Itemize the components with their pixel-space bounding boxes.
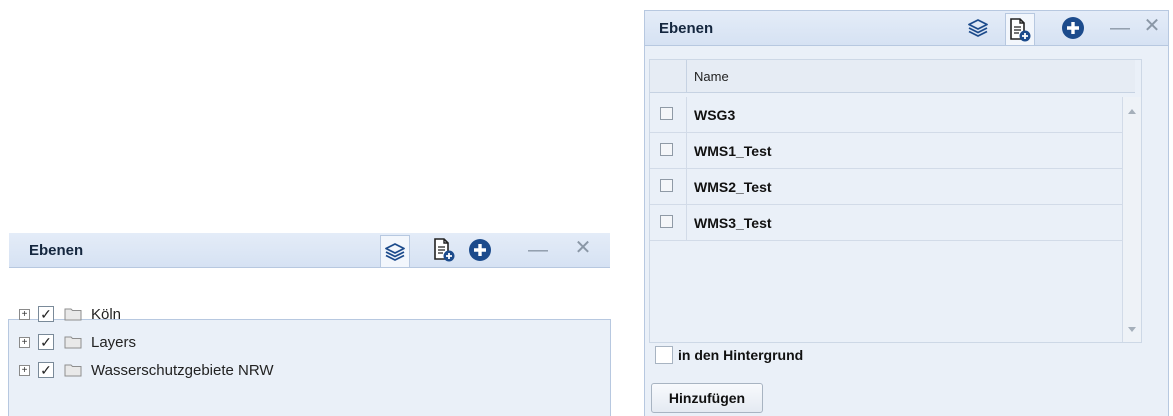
panel-header: Ebenen — ✕: [9, 233, 610, 268]
layers-icon[interactable]: [963, 13, 993, 43]
row-checkbox[interactable]: [660, 107, 673, 120]
layer-name: WMS2_Test: [694, 179, 772, 195]
minimize-icon[interactable]: —: [528, 240, 548, 260]
layer-label[interactable]: Köln: [91, 306, 121, 323]
tree-item: + ✓ Wasserschutzgebiete NRW: [19, 356, 274, 384]
select-column-header: [650, 60, 687, 92]
row-checkbox[interactable]: [660, 179, 673, 192]
row-select-cell: [650, 205, 687, 240]
layer-checkbox[interactable]: ✓: [38, 362, 54, 378]
grid-rows: WSG3 WMS1_Test WMS2_Test WMS3_Test: [650, 97, 1124, 241]
layers-panel-right: Ebenen — ✕ Name WSG3 WMS1_Test WMS2_Test…: [644, 10, 1169, 416]
layer-checkbox[interactable]: ✓: [38, 306, 54, 322]
plus-circle-icon[interactable]: [465, 235, 495, 265]
expand-toggle[interactable]: +: [19, 364, 30, 376]
background-option-label[interactable]: in den Hintergrund: [678, 347, 803, 363]
folder-icon: [64, 364, 82, 377]
folder-icon: [64, 336, 82, 349]
layer-name: WSG3: [694, 107, 736, 123]
panel-title: Ebenen: [29, 242, 84, 259]
table-row[interactable]: WMS2_Test: [650, 169, 1124, 205]
layer-grid: Name WSG3 WMS1_Test WMS2_Test WMS3_Test: [649, 59, 1142, 343]
table-row[interactable]: WSG3: [650, 97, 1124, 133]
scroll-down-arrow-icon[interactable]: [1128, 327, 1136, 332]
background-checkbox[interactable]: [655, 346, 673, 364]
layer-label[interactable]: Wasserschutzgebiete NRW: [91, 362, 274, 379]
add-document-icon[interactable]: [1005, 13, 1035, 45]
name-column-header[interactable]: Name: [694, 69, 729, 84]
layer-label[interactable]: Layers: [91, 334, 136, 351]
add-button[interactable]: Hinzufügen: [651, 383, 763, 413]
row-select-cell: [650, 133, 687, 168]
layer-name: WMS3_Test: [694, 215, 772, 231]
expand-toggle[interactable]: +: [19, 308, 30, 320]
table-row[interactable]: WMS3_Test: [650, 205, 1124, 241]
row-select-cell: [650, 97, 687, 132]
layers-icon[interactable]: [380, 235, 410, 267]
row-checkbox[interactable]: [660, 143, 673, 156]
panel-header: Ebenen — ✕: [645, 11, 1168, 46]
panel-title: Ebenen: [659, 20, 714, 37]
row-checkbox[interactable]: [660, 215, 673, 228]
plus-circle-icon[interactable]: [1058, 13, 1088, 43]
tree-item: + ✓ Layers: [19, 328, 274, 356]
close-icon[interactable]: ✕: [574, 238, 592, 258]
layer-checkbox[interactable]: ✓: [38, 334, 54, 350]
grid-header: Name: [650, 60, 1135, 93]
row-select-cell: [650, 169, 687, 204]
add-document-icon[interactable]: [429, 235, 459, 265]
layer-name: WMS1_Test: [694, 143, 772, 159]
layer-tree: + ✓ Köln + ✓ Layers + ✓ Wasserschutzgebi…: [19, 300, 274, 384]
scroll-up-arrow-icon[interactable]: [1128, 109, 1136, 114]
tree-item: + ✓ Köln: [19, 300, 274, 328]
vertical-scrollbar[interactable]: [1122, 97, 1141, 342]
table-row[interactable]: WMS1_Test: [650, 133, 1124, 169]
minimize-icon[interactable]: —: [1110, 18, 1130, 38]
folder-icon: [64, 308, 82, 321]
close-icon[interactable]: ✕: [1143, 16, 1161, 36]
expand-toggle[interactable]: +: [19, 336, 30, 348]
layers-panel-left: Ebenen — ✕ + ✓ Köln + ✓ Layers + ✓ Wasse…: [8, 233, 611, 416]
background-option[interactable]: in den Hintergrund: [655, 346, 803, 364]
